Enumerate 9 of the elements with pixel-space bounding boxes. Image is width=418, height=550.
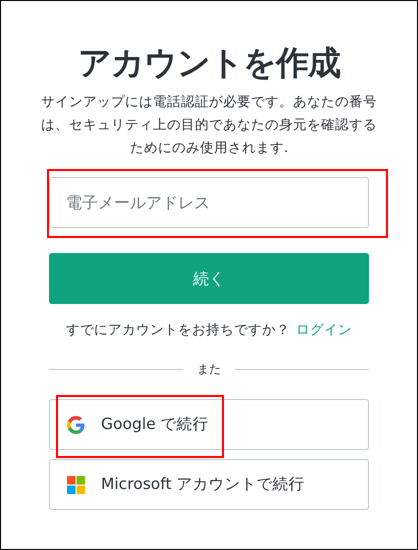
provider-button[interactable]: Google で続行 xyxy=(49,399,369,450)
email-field[interactable]: 電子メールアドレス xyxy=(49,177,369,228)
google-icon xyxy=(67,416,85,434)
page-title: アカウントを作成 xyxy=(77,42,342,84)
windows-logo-icon xyxy=(67,476,85,494)
description-paragraph: サインアップには電話認証が必要です。あなたの番号は、セキュリティ上の目的であなたの身元を確認するためにのみ使用されます. xyxy=(41,93,377,158)
login-prompt: すでにアカウントをお持ちですか？ xyxy=(66,321,290,340)
divider-label: また xyxy=(197,361,221,378)
provider-button[interactable]: Microsoft アカウントで続行 xyxy=(49,459,369,510)
